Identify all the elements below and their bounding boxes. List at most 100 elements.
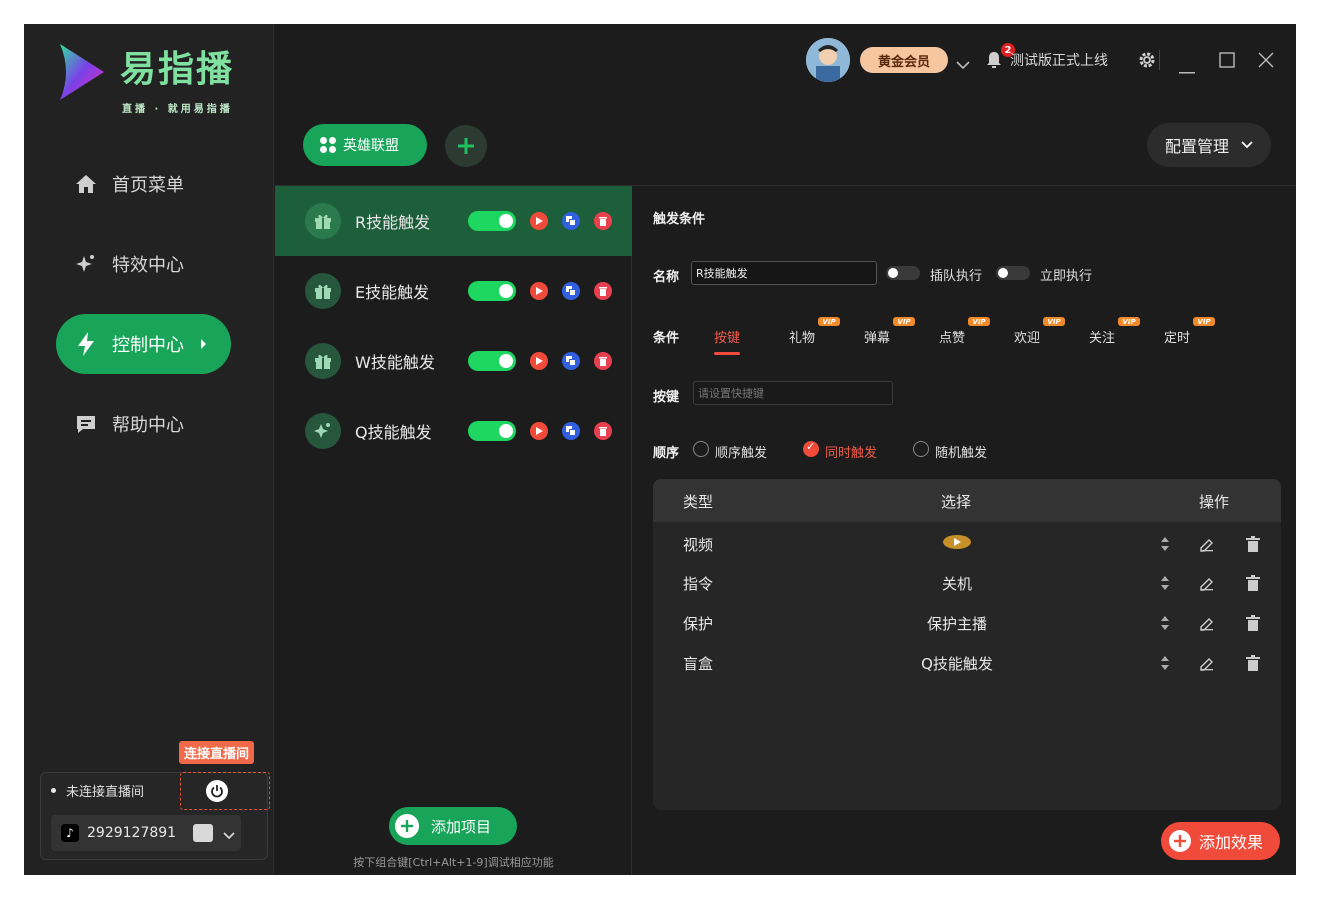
gift-icon — [305, 203, 341, 239]
skill-toggle[interactable] — [468, 351, 516, 371]
close-icon[interactable] — [1258, 52, 1274, 72]
play-logo-icon — [60, 44, 104, 100]
name-input[interactable] — [691, 261, 877, 285]
tab-follow[interactable]: 关注 — [1089, 327, 1115, 346]
sort-icon[interactable] — [1157, 536, 1173, 552]
lightning-icon — [72, 330, 100, 358]
immediate-toggle[interactable] — [996, 266, 1030, 280]
copy-icon[interactable] — [562, 422, 580, 440]
notice-text[interactable]: 测试版正式上线 — [1010, 50, 1108, 70]
cell-choice[interactable] — [833, 534, 1081, 554]
chevron-down-icon — [1241, 141, 1253, 149]
trash-icon[interactable] — [1245, 655, 1261, 671]
skill-toggle[interactable] — [468, 211, 516, 231]
cell-choice[interactable]: Q技能触发 — [833, 653, 1081, 674]
radio-sequential-label: 顺序触发 — [715, 446, 768, 461]
edit-icon[interactable] — [1199, 655, 1215, 671]
tab-like[interactable]: 点赞 — [939, 327, 965, 346]
table-row: 保护 保护主播 — [653, 603, 1281, 643]
video-thumbnail-icon — [943, 535, 971, 549]
maximize-icon[interactable] — [1219, 52, 1235, 72]
connect-live-badge[interactable]: 连接直播间 — [179, 741, 255, 764]
trash-icon[interactable] — [594, 422, 612, 440]
power-icon — [206, 780, 228, 802]
nav-item-home[interactable]: 首页菜单 — [56, 154, 231, 214]
avatar[interactable] — [806, 38, 850, 82]
queue-toggle[interactable] — [886, 266, 920, 280]
plus-icon — [1169, 830, 1191, 852]
radio-simultaneous[interactable] — [803, 440, 819, 457]
home-icon — [72, 170, 100, 198]
trash-icon[interactable] — [1245, 615, 1261, 631]
skill-item[interactable]: E技能触发 — [275, 256, 632, 326]
sidebar: 易指播 直播 · 就用易指播 首页菜单 特效中心 控制中心 帮助中心 连接直播间… — [24, 24, 274, 875]
skill-name: W技能触发 — [355, 353, 435, 372]
sort-icon[interactable] — [1157, 655, 1173, 671]
tab-gift[interactable]: 礼物 — [789, 327, 815, 346]
account-id: 2929127891 — [87, 825, 177, 841]
trash-icon[interactable] — [1245, 575, 1261, 591]
skill-name: E技能触发 — [355, 283, 430, 302]
skill-item[interactable]: W技能触发 — [275, 326, 632, 396]
tab-league-of-legends[interactable]: 英雄联盟 — [303, 124, 427, 166]
radio-sequential[interactable] — [693, 441, 709, 457]
play-icon[interactable] — [530, 282, 548, 300]
radio-random-label: 随机触发 — [935, 446, 988, 461]
section-title: 触发条件 — [653, 212, 706, 227]
cell-choice[interactable]: 保护主播 — [833, 613, 1081, 634]
plus-icon — [458, 138, 474, 154]
trash-icon[interactable] — [594, 282, 612, 300]
header-choice: 选择 — [941, 493, 972, 511]
cell-choice[interactable]: 关机 — [833, 573, 1081, 594]
config-management-button[interactable]: 配置管理 — [1147, 123, 1271, 167]
tab-welcome[interactable]: 欢迎 — [1014, 327, 1040, 346]
skill-name: R技能触发 — [355, 213, 431, 232]
copy-icon[interactable] — [562, 352, 580, 370]
trash-icon[interactable] — [594, 212, 612, 230]
hotkey-input[interactable] — [693, 381, 893, 405]
connect-power-button[interactable] — [180, 772, 270, 810]
radio-random[interactable] — [913, 441, 929, 457]
chevron-down-icon[interactable] — [956, 55, 970, 74]
skill-toggle[interactable] — [468, 281, 516, 301]
vip-tag: VIP — [818, 317, 840, 326]
trash-icon[interactable] — [1245, 536, 1261, 552]
trash-icon[interactable] — [594, 352, 612, 370]
copy-icon[interactable] — [562, 212, 580, 230]
add-effect-label: 添加效果 — [1199, 833, 1264, 852]
skill-item[interactable]: R技能触发 — [275, 186, 632, 256]
account-selector[interactable]: ♪ 2929127891 — [51, 815, 241, 851]
add-effect-button[interactable]: 添加效果 — [1161, 822, 1280, 860]
sort-icon[interactable] — [1157, 615, 1173, 631]
config-label: 配置管理 — [1164, 137, 1229, 156]
vip-badge[interactable]: 黄金会员 — [860, 47, 948, 73]
nav-label-home: 首页菜单 — [112, 175, 184, 196]
edit-icon[interactable] — [1199, 615, 1215, 631]
add-project-button[interactable]: 添加项目 — [389, 807, 517, 845]
tab-key[interactable]: 按键 — [714, 327, 741, 355]
edit-icon[interactable] — [1199, 575, 1215, 591]
cell-type: 盲盒 — [683, 655, 714, 673]
gift-icon — [305, 273, 341, 309]
skill-item[interactable]: Q技能触发 — [275, 396, 632, 466]
sort-icon[interactable] — [1157, 575, 1173, 591]
vip-tag: VIP — [1118, 317, 1140, 326]
gear-icon[interactable] — [1138, 51, 1156, 73]
nav-item-control[interactable]: 控制中心 — [56, 314, 231, 374]
name-label: 名称 — [653, 270, 680, 285]
add-tab-button[interactable] — [445, 125, 487, 167]
tab-timer[interactable]: 定时 — [1164, 327, 1190, 346]
skill-toggle[interactable] — [468, 421, 516, 441]
nav-item-help[interactable]: 帮助中心 — [56, 394, 231, 454]
app-subtitle: 直播 · 就用易指播 — [122, 104, 233, 115]
tab-danmaku[interactable]: 弹幕 — [864, 327, 890, 346]
bell-icon[interactable] — [986, 51, 1002, 73]
copy-icon[interactable] — [562, 282, 580, 300]
play-icon[interactable] — [530, 422, 548, 440]
header-bar: 黄金会员 2 测试版正式上线 — [804, 38, 1284, 82]
play-icon[interactable] — [530, 212, 548, 230]
play-icon[interactable] — [530, 352, 548, 370]
nav-item-effects[interactable]: 特效中心 — [56, 234, 231, 294]
minimize-icon[interactable] — [1179, 59, 1195, 78]
edit-icon[interactable] — [1199, 536, 1215, 552]
